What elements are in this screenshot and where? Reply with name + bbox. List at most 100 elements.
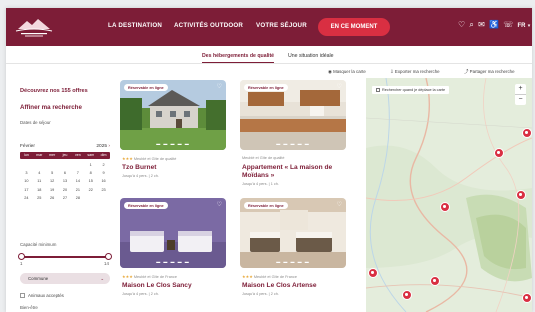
listing-title[interactable]: Tzo Burnet <box>122 164 232 172</box>
calendar-day[interactable]: 7 <box>71 171 84 175</box>
sub-navigation: Des hébergements de qualité Une situatio… <box>6 48 532 64</box>
calendar-day[interactable]: 22 <box>84 188 97 192</box>
capacity-max-handle[interactable] <box>105 253 112 260</box>
listing-title[interactable]: Maison Le Clos Sancy <box>122 282 232 290</box>
calendar-day[interactable]: 13 <box>59 179 72 183</box>
favorite-heart-icon[interactable]: ♡ <box>217 201 222 208</box>
calendar-empty-cell <box>33 163 46 167</box>
calendar-day[interactable]: 11 <box>33 179 46 183</box>
capacity-min-handle[interactable] <box>18 253 25 260</box>
nav-your-stay[interactable]: VOTRE SÉJOUR <box>256 22 307 29</box>
calendar-day[interactable]: 5 <box>46 171 59 175</box>
online-booking-badge: Réservable en ligne <box>244 84 288 91</box>
listing-title[interactable]: Maison Le Clos Artense <box>242 282 352 290</box>
calendar-day[interactable]: 6 <box>59 171 72 175</box>
listing-photo[interactable]: Réservable en ligne ♡ ▬ ▬ ▬ ▬ ▬ <box>240 80 346 150</box>
weekday-label: mar <box>36 153 43 157</box>
map-marker[interactable] <box>440 202 450 212</box>
search-icon[interactable]: ⌕ <box>469 20 473 29</box>
weekday-label: dim <box>100 153 107 157</box>
calendar-day[interactable]: 8 <box>84 171 97 175</box>
calendar-day[interactable]: 1 <box>84 163 97 167</box>
listing-photo[interactable]: Réservable en ligne ♡ ▬ ▬ ▬ ▬ ▬ <box>120 198 226 268</box>
hide-map-button[interactable]: ◉ Masquer la carte <box>328 69 366 75</box>
search-on-move-checkbox[interactable]: Rechercher quand je déplace la carte <box>372 86 450 94</box>
calendar-day[interactable]: 21 <box>71 188 84 192</box>
calendar-day[interactable]: 24 <box>20 196 33 200</box>
calendar-day[interactable]: 12 <box>46 179 59 183</box>
zoom-out-button[interactable]: − <box>515 94 526 105</box>
phone-icon[interactable]: ☏ <box>503 20 513 29</box>
calendar-day[interactable]: 9 <box>97 171 110 175</box>
map-marker[interactable] <box>368 268 378 278</box>
calendar-day[interactable]: 10 <box>20 179 33 183</box>
calendar-day[interactable]: 25 <box>33 196 46 200</box>
commune-select[interactable]: Commune ⌄ <box>20 273 110 284</box>
checkbox-box[interactable] <box>20 293 25 299</box>
export-search-label: Exporter ma recherche <box>394 69 440 74</box>
tab-quality-accommodation[interactable]: Des hébergements de qualité <box>202 53 275 63</box>
brand-logo[interactable] <box>14 15 54 39</box>
favorite-heart-icon[interactable]: ♡ <box>337 83 342 90</box>
header-icons: ♡ ⌕ ✉ ♿ ☏ FR ▾ <box>458 20 530 30</box>
results-map[interactable]: Rechercher quand je déplace la carte + − <box>366 78 532 312</box>
carousel-dots[interactable]: ▬ ▬ ▬ ▬ ▬ <box>120 141 226 146</box>
calendar-day[interactable]: 18 <box>33 188 46 192</box>
map-marker[interactable] <box>494 148 504 158</box>
calendar-day[interactable]: 19 <box>46 188 59 192</box>
calendar-day[interactable]: 14 <box>71 179 84 183</box>
listing-capacity: Jusqu'à 4 pers. | 2 ch. <box>122 292 159 296</box>
calendar-day[interactable]: 26 <box>46 196 59 200</box>
rating-stars: ★★★ <box>122 275 133 279</box>
calendar-day[interactable]: 2 <box>97 163 110 167</box>
carousel-dots[interactable]: ▬ ▬ ▬ ▬ ▬ <box>240 141 346 146</box>
tab-ideal-location[interactable]: Une situation idéale <box>288 53 334 59</box>
map-marker[interactable] <box>402 290 412 300</box>
map-marker[interactable] <box>522 128 532 138</box>
listing-photo[interactable]: Réservable en ligne ♡ ▬ ▬ ▬ ▬ ▬ <box>240 198 346 268</box>
map-marker[interactable] <box>516 190 526 200</box>
listing-title[interactable]: Appartement « La maison de Moïdans » <box>242 164 352 180</box>
carousel-dots[interactable]: ▬ ▬ ▬ ▬ ▬ <box>120 259 226 264</box>
download-icon: ⇩ <box>390 69 394 74</box>
favorite-heart-icon[interactable]: ♡ <box>217 83 222 90</box>
current-events-button[interactable]: EN CE MOMENT <box>318 18 390 36</box>
carousel-dots[interactable]: ▬ ▬ ▬ ▬ ▬ <box>240 259 346 264</box>
listing-label: Meublé et Gîte de France <box>253 275 297 279</box>
calendar-day[interactable]: 28 <box>71 196 84 200</box>
weekday-label: sam <box>87 153 95 157</box>
mail-icon[interactable]: ✉ <box>478 20 485 29</box>
favorite-heart-icon[interactable]: ♡ <box>337 201 342 208</box>
calendar-day[interactable]: 4 <box>33 171 46 175</box>
nav-outdoor-activities[interactable]: ACTIVITÉS OUTDOOR <box>174 22 243 29</box>
language-selector[interactable]: FR <box>518 23 526 29</box>
calendar-day[interactable]: 15 <box>84 179 97 183</box>
accessibility-icon[interactable]: ♿ <box>489 20 499 29</box>
next-month-icon[interactable]: › <box>108 144 110 149</box>
listing-label: Meublé et Gîte de qualité <box>242 156 285 160</box>
listing-photo[interactable]: Réservable en ligne ♡ ▬ ▬ ▬ ▬ ▬ <box>120 80 226 150</box>
page-frame: LA DESTINATION ACTIVITÉS OUTDOOR VOTRE S… <box>6 8 532 312</box>
listing-label: Meublé et Gîte de qualité <box>133 157 177 161</box>
calendar-day[interactable]: 23 <box>97 188 110 192</box>
map-marker[interactable] <box>522 293 532 303</box>
export-search-button[interactable]: ⇩ Exporter ma recherche <box>390 69 440 75</box>
listing-capacity: Jusqu'à 4 pers. | 2 ch. <box>122 174 159 178</box>
calendar-day[interactable]: 16 <box>97 179 110 183</box>
checkbox-box[interactable] <box>376 88 380 92</box>
calendar-day[interactable]: 20 <box>59 188 72 192</box>
favorites-icon[interactable]: ♡ <box>458 20 465 29</box>
calendar-day[interactable]: 3 <box>20 171 33 175</box>
nav-destination[interactable]: LA DESTINATION <box>108 22 162 29</box>
results-actions: ◉ Masquer la carte ⇩ Exporter ma recherc… <box>6 66 532 78</box>
eye-icon: ◉ <box>328 69 332 74</box>
animals-checkbox[interactable]: Animaux acceptés <box>20 293 64 299</box>
map-marker[interactable] <box>430 276 440 286</box>
calendar-day[interactable]: 27 <box>59 196 72 200</box>
calendar-day[interactable]: 17 <box>20 188 33 192</box>
share-search-button[interactable]: ⤴ Partager ma recherche <box>464 69 515 75</box>
capacity-slider[interactable] <box>18 253 112 260</box>
dates-label: Dates de séjour <box>20 120 51 125</box>
zoom-in-button[interactable]: + <box>515 84 526 94</box>
rating-stars: ★★★ <box>122 157 133 161</box>
